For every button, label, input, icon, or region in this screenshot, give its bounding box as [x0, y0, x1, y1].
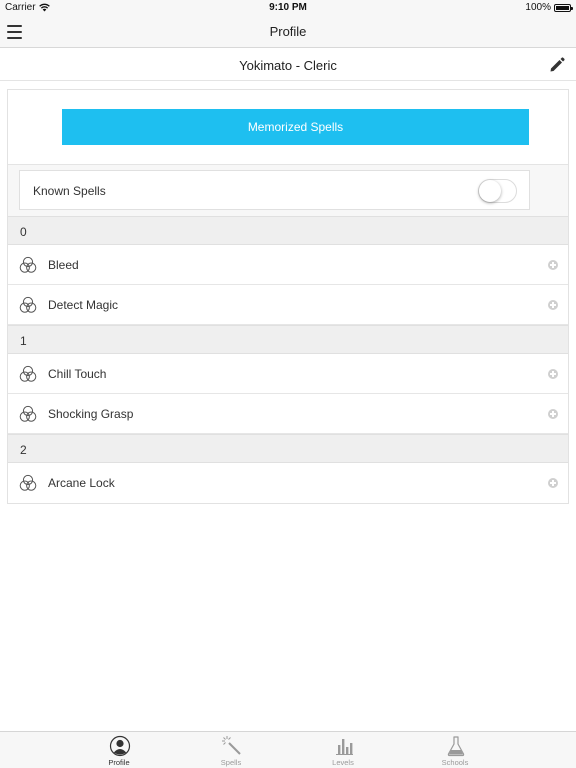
school-circles-icon	[19, 256, 37, 273]
character-name: Yokimato - Cleric	[239, 58, 337, 73]
edit-button[interactable]	[548, 56, 566, 74]
level-label: 2	[20, 443, 27, 457]
level-label: 0	[20, 225, 27, 239]
spell-name: Arcane Lock	[48, 476, 115, 490]
school-circles-icon	[19, 474, 37, 491]
magic-wand-icon	[222, 736, 241, 755]
known-spells-label: Known Spells	[33, 184, 106, 198]
spell-name: Bleed	[48, 258, 79, 272]
add-circle-icon[interactable]	[548, 409, 558, 419]
spell-name: Detect Magic	[48, 298, 119, 312]
tab-label: Profile	[108, 758, 130, 767]
spell-name: Shocking Grasp	[48, 407, 134, 421]
level-header-2: 2	[8, 434, 568, 463]
spell-row-chill-touch[interactable]: Chill Touch	[8, 354, 568, 394]
tab-label: Schools	[441, 758, 469, 767]
spell-name: Chill Touch	[48, 367, 107, 381]
add-circle-icon[interactable]	[548, 300, 558, 310]
known-spells-toggle[interactable]	[478, 179, 517, 203]
school-circles-icon	[19, 365, 37, 382]
known-spells-section: Known Spells	[8, 165, 568, 216]
add-circle-icon[interactable]	[548, 260, 558, 270]
spell-row-detect-magic[interactable]: Detect Magic	[8, 285, 568, 325]
battery-indicator: 100%	[525, 2, 573, 13]
level-header-1: 1	[8, 325, 568, 354]
navigation-bar: Profile	[0, 16, 576, 48]
toggle-knob	[479, 180, 501, 202]
school-circles-icon	[19, 296, 37, 313]
spells-card: Memorized Spells Known Spells 0 Bleed De…	[7, 89, 569, 504]
tab-levels[interactable]: Levels	[287, 732, 399, 768]
tab-schools[interactable]: Schools	[399, 732, 511, 768]
profile-icon	[109, 735, 131, 757]
pencil-icon	[550, 57, 565, 72]
known-spells-row: Known Spells	[19, 170, 530, 210]
page-title: Profile	[269, 24, 307, 39]
character-header: Yokimato - Cleric	[0, 48, 576, 81]
tab-bar: Profile Spells Levels Schools	[0, 731, 576, 768]
flask-icon	[447, 736, 465, 757]
spell-row-shocking-grasp[interactable]: Shocking Grasp	[8, 394, 568, 434]
level-label: 1	[20, 334, 27, 348]
status-bar: Carrier 9:10 PM 100%	[0, 0, 576, 16]
add-circle-icon[interactable]	[548, 478, 558, 488]
add-circle-icon[interactable]	[548, 369, 558, 379]
tab-profile[interactable]: Profile	[63, 732, 175, 768]
bar-chart-icon	[336, 739, 353, 755]
spell-row-bleed[interactable]: Bleed	[8, 245, 568, 285]
school-circles-icon	[19, 405, 37, 422]
memorized-section: Memorized Spells	[8, 90, 568, 165]
tab-spells[interactable]: Spells	[175, 732, 287, 768]
battery-icon	[554, 3, 573, 12]
tab-label: Levels	[332, 758, 354, 767]
status-time: 9:10 PM	[269, 2, 307, 13]
level-header-0: 0	[8, 216, 568, 245]
battery-percent: 100%	[525, 2, 551, 13]
spell-row-arcane-lock[interactable]: Arcane Lock	[8, 463, 568, 503]
memorized-spells-button[interactable]: Memorized Spells	[62, 109, 529, 145]
tab-label: Spells	[220, 758, 242, 767]
